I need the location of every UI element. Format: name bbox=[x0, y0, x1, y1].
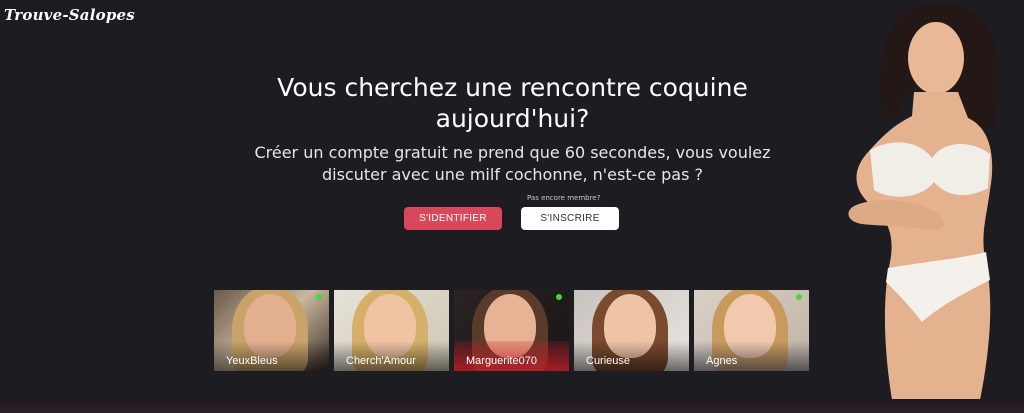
profile-list: YeuxBleus Cherch'Amour Marguerite070 Cur… bbox=[214, 290, 809, 371]
model-body bbox=[856, 92, 993, 400]
online-status-dot bbox=[316, 294, 322, 300]
profile-card-curieuse[interactable]: Curieuse bbox=[574, 290, 689, 371]
online-status-dot bbox=[796, 294, 802, 300]
footer-bar bbox=[0, 399, 1024, 413]
profile-name: YeuxBleus bbox=[226, 355, 278, 367]
hero-section: Vous cherchez une rencontre coquine aujo… bbox=[240, 72, 785, 186]
profile-name: Marguerite070 bbox=[466, 355, 537, 367]
login-button[interactable]: S'IDENTIFIER bbox=[404, 207, 502, 230]
site-logo[interactable]: Trouve-Salopes bbox=[4, 6, 135, 24]
online-status-dot bbox=[556, 294, 562, 300]
profile-name: Curieuse bbox=[586, 355, 631, 367]
page-subtitle: Créer un compte gratuit ne prend que 60 … bbox=[254, 143, 771, 184]
signup-button[interactable]: S'INSCRIRE bbox=[521, 207, 619, 230]
profile-card-cherchamour[interactable]: Cherch'Amour bbox=[334, 290, 449, 371]
page-title: Vous cherchez une rencontre coquine aujo… bbox=[277, 73, 748, 133]
profile-name: Cherch'Amour bbox=[346, 355, 416, 367]
profile-name: Agnes bbox=[706, 355, 738, 367]
not-member-label: Pas encore membre? bbox=[527, 194, 601, 202]
model-face bbox=[908, 22, 964, 94]
profile-card-agnes[interactable]: Agnes bbox=[694, 290, 809, 371]
profile-card-yeuxbleus[interactable]: YeuxBleus bbox=[214, 290, 329, 371]
model-photo bbox=[848, 3, 999, 400]
profile-card-marguerite070[interactable]: Marguerite070 bbox=[454, 290, 569, 371]
